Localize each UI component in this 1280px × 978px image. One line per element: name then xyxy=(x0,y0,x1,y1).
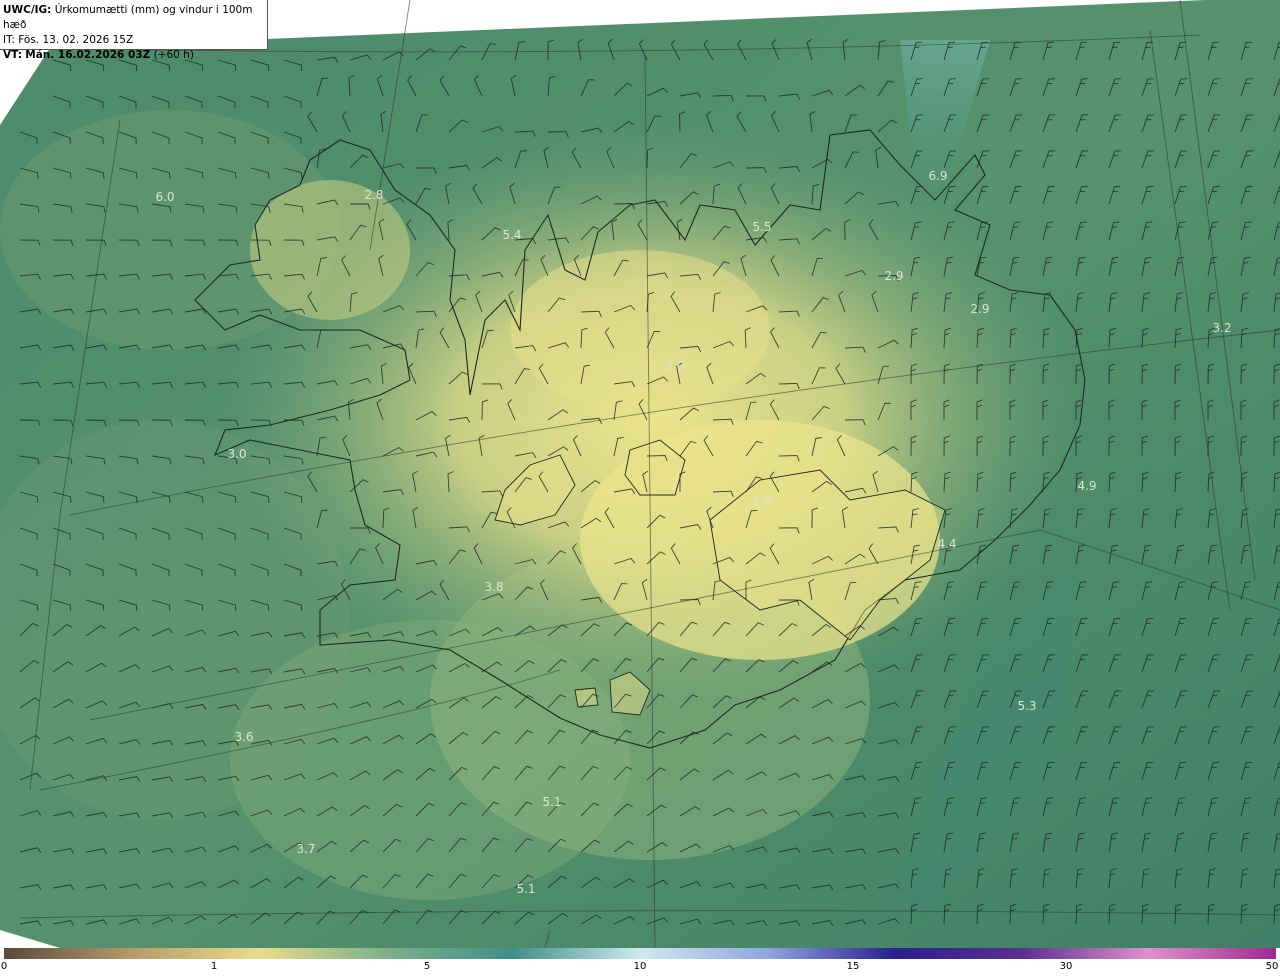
map-value-label: 1.0 xyxy=(752,494,771,508)
map-value-label: 5.5 xyxy=(752,220,771,234)
valid-time: Mán. 16.02.2026 03Z xyxy=(25,49,151,61)
colorbar-tick: 10 xyxy=(633,961,647,972)
map-value-label: 3.7 xyxy=(296,842,315,856)
map-value-label: 2.8 xyxy=(364,188,383,202)
map-value-label: 5.4 xyxy=(502,228,521,242)
map-value-label: 3.2 xyxy=(1212,321,1231,335)
colorbar-tick: 1 xyxy=(210,961,218,972)
colorbar: 0 1 5 10 15 30 50 xyxy=(0,948,1280,978)
valid-label: VT: xyxy=(3,49,22,61)
map-value-label: 5.3 xyxy=(1017,699,1036,713)
precipitation-wind-map: 6.0 2.8 5.4 5.5 6.9 2.9 2.9 3.2 2.0 3.0 1.0 4.4 4.9 3… xyxy=(0,0,1280,948)
colorbar-tick: 5 xyxy=(423,961,431,972)
map-value-label: 4.9 xyxy=(1077,479,1096,493)
colorbar-tick: 30 xyxy=(1059,961,1073,972)
model-name: UWC/IG: xyxy=(3,4,52,16)
lead-time: (+60 h) xyxy=(153,49,194,61)
map-info-box: UWC/IG: Úrkomumætti (mm) og vindur i 100… xyxy=(0,0,268,61)
map-value-label: 5.1 xyxy=(542,795,561,809)
map-value-label: 6.9 xyxy=(928,169,947,183)
map-value-label: 2.9 xyxy=(970,302,989,316)
colorbar-tick: 15 xyxy=(846,961,860,972)
init-time: IT: Fös. 13. 02. 2026 15Z xyxy=(3,34,134,46)
map-value-label: 3.0 xyxy=(227,447,246,461)
map-value-label: 2.9 xyxy=(884,269,903,283)
map-value-label: 2.0 xyxy=(665,359,684,373)
map-value-label: 5.1 xyxy=(516,882,535,896)
map-value-label: 4.4 xyxy=(937,537,956,551)
map-value-label: 3.8 xyxy=(484,580,503,594)
map-value-label: 6.0 xyxy=(155,190,174,204)
map-value-label: 3.6 xyxy=(234,730,253,744)
colorbar-strip xyxy=(4,948,1276,959)
colorbar-tick: 0 xyxy=(0,961,8,972)
colorbar-tick: 50 xyxy=(1265,961,1279,972)
